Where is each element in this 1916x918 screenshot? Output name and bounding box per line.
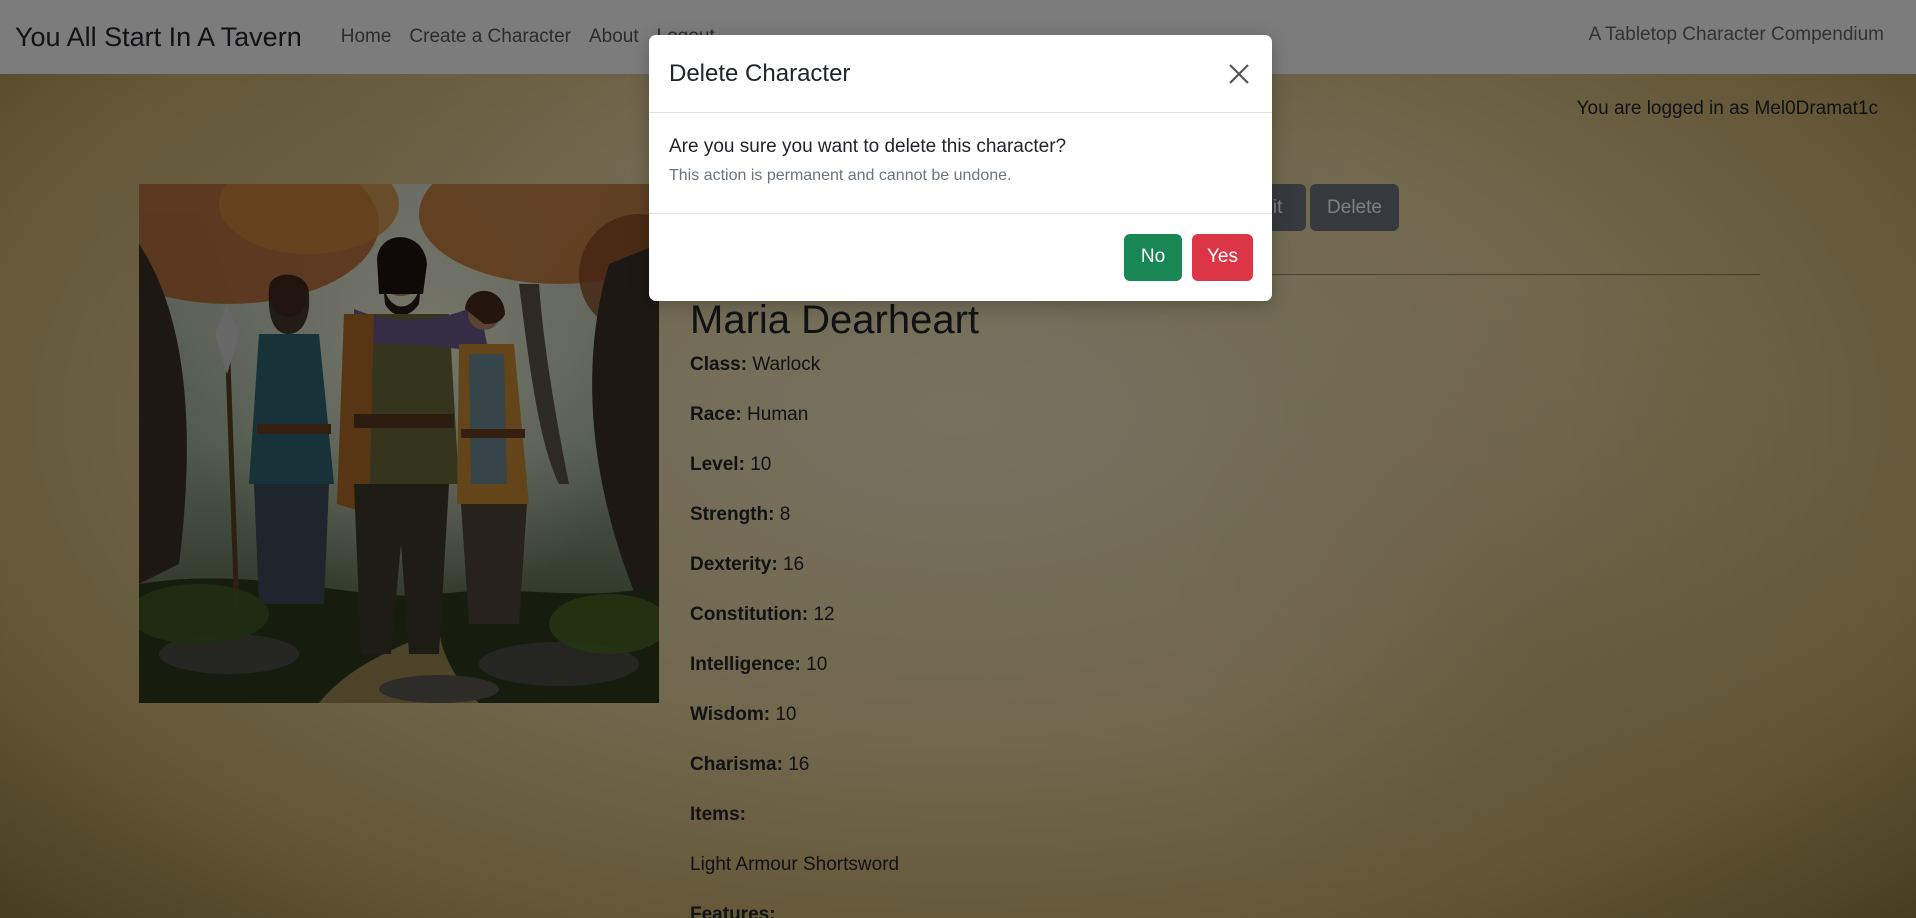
modal-body: Are you sure you want to delete this cha…: [649, 113, 1272, 214]
delete-modal: Delete Character Are you sure you want t…: [649, 35, 1272, 301]
modal-header: Delete Character: [649, 35, 1272, 113]
modal-warning-note: This action is permanent and cannot be u…: [669, 167, 1012, 184]
close-icon[interactable]: [1226, 61, 1252, 87]
modal-question: Are you sure you want to delete this cha…: [669, 136, 1067, 157]
modal-footer: No Yes: [649, 214, 1272, 300]
yes-button[interactable]: Yes: [1192, 233, 1253, 281]
modal-title: Delete Character: [669, 59, 851, 87]
no-button[interactable]: No: [1124, 233, 1182, 281]
